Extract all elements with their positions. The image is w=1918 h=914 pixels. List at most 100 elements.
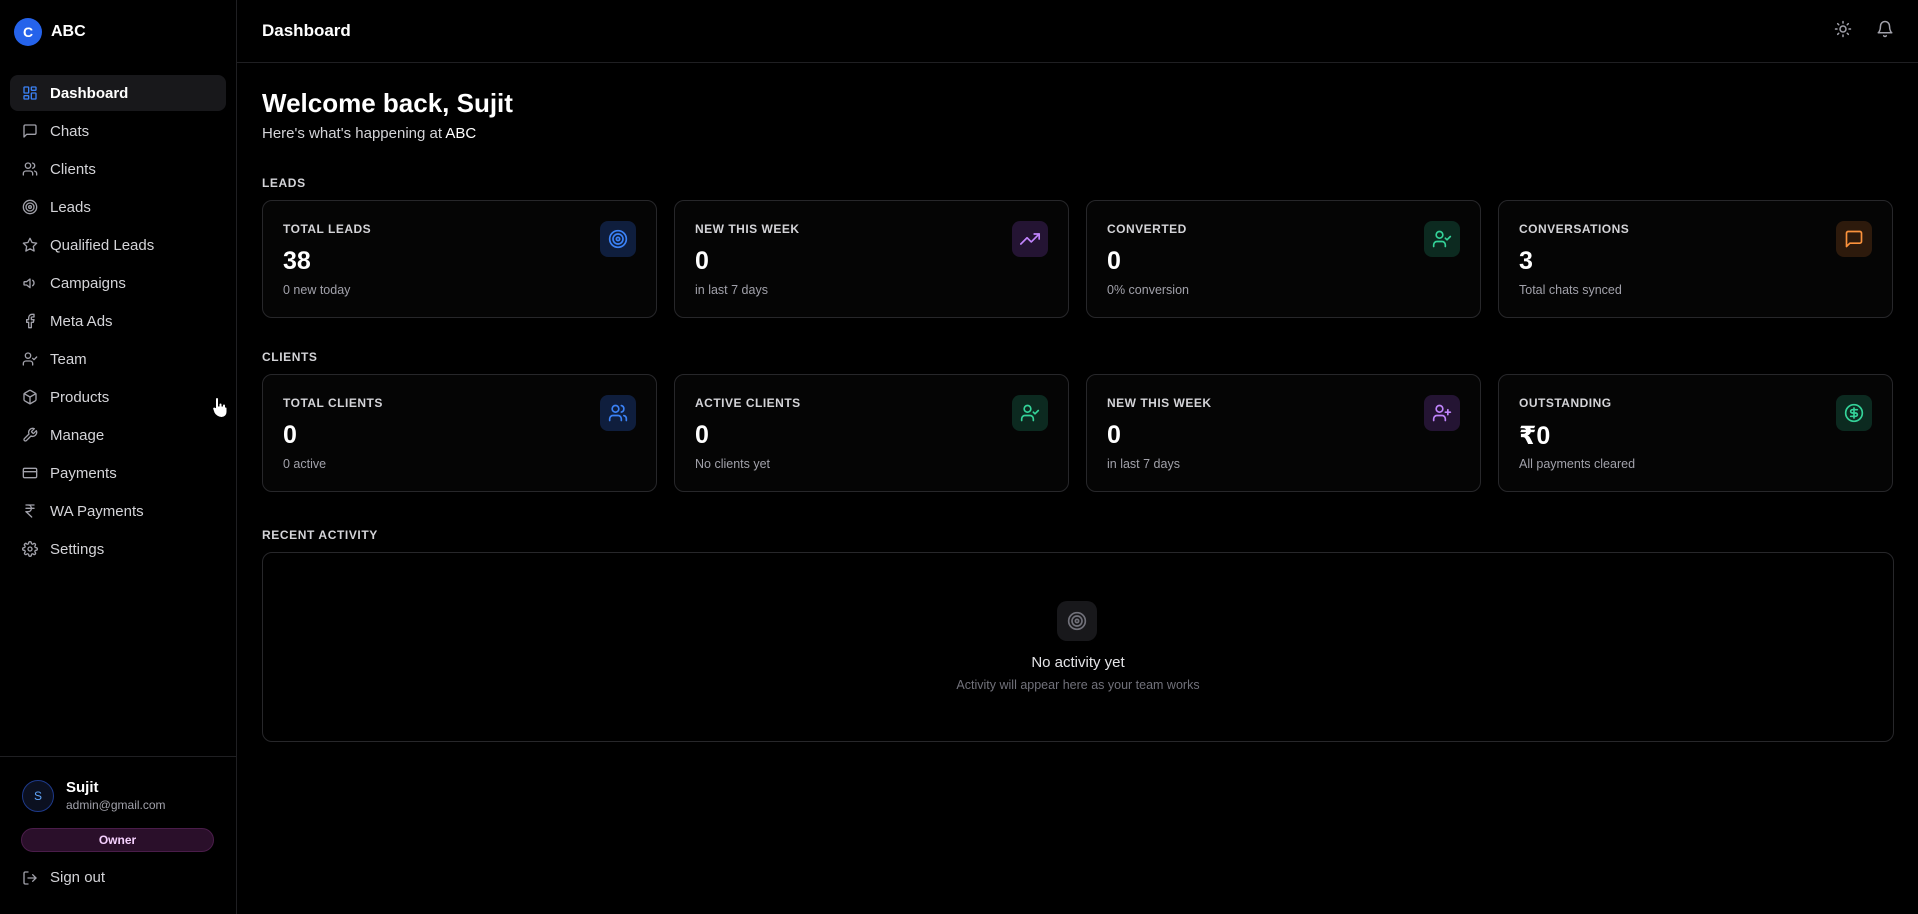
sidebar-item-label: Dashboard — [50, 84, 129, 102]
stat-icon-box — [1424, 395, 1460, 431]
bell-icon[interactable] — [1876, 20, 1894, 38]
sidebar-item-clients[interactable]: Clients — [10, 151, 226, 187]
stat-icon-box — [600, 221, 636, 257]
stat-value: 0 — [283, 421, 297, 449]
stat-value: 0 — [1107, 421, 1121, 449]
sidebar-item-payments[interactable]: Payments — [10, 455, 226, 491]
users-icon — [608, 404, 628, 422]
stat-label: CONVERSATIONS — [1519, 222, 1630, 236]
stat-value: 0 — [695, 421, 709, 449]
sidebar-item-team[interactable]: Team — [10, 341, 226, 377]
stat-value: 0 — [695, 247, 709, 275]
sidebar-item-campaigns[interactable]: Campaigns — [10, 265, 226, 301]
stat-value: 0 — [1107, 247, 1121, 275]
leads-section-label: LEADS — [262, 176, 306, 190]
stat-value: ₹0 — [1519, 422, 1551, 450]
stat-card-total-leads[interactable]: TOTAL LEADS 38 0 new today — [262, 200, 657, 318]
stat-icon-box — [1012, 221, 1048, 257]
stat-sub: in last 7 days — [1107, 457, 1180, 471]
sidebar-item-products[interactable]: Products — [10, 379, 226, 415]
target-icon — [22, 199, 38, 215]
user-name: Sujit — [66, 779, 99, 796]
activity-section-label: RECENT ACTIVITY — [262, 528, 378, 542]
stat-icon-box — [600, 395, 636, 431]
brand[interactable]: C ABC — [0, 0, 236, 63]
trending-up-icon — [1020, 233, 1040, 245]
leads-stats-grid: TOTAL LEADS 38 0 new today NEW THIS WEEK… — [262, 200, 1894, 318]
sidebar-item-label: Products — [50, 388, 110, 406]
sidebar-item-chats[interactable]: Chats — [10, 113, 226, 149]
sidebar-item-label: Manage — [50, 426, 105, 444]
activity-empty-icon-box — [1057, 601, 1097, 641]
user-check-icon — [1432, 230, 1452, 248]
sidebar-item-qualified-leads[interactable]: Qualified Leads — [10, 227, 226, 263]
stat-sub: 0 active — [283, 457, 327, 471]
stat-sub: All payments cleared — [1519, 457, 1636, 471]
stat-card-conversations[interactable]: CONVERSATIONS 3 Total chats synced — [1498, 200, 1893, 318]
user-check-icon — [22, 352, 38, 366]
sidebar-item-wa-payments[interactable]: WA Payments — [10, 493, 226, 529]
user-profile[interactable]: S Sujit admin@gmail.com — [22, 779, 166, 812]
gear-icon — [22, 541, 38, 557]
sidebar-item-dashboard[interactable]: Dashboard — [10, 75, 226, 111]
stat-card-total-clients[interactable]: TOTAL CLIENTS 0 0 active — [262, 374, 657, 492]
clients-stats-grid: TOTAL CLIENTS 0 0 active ACTIVE CLIENTS … — [262, 374, 1894, 492]
sidebar-item-label: Clients — [50, 160, 96, 178]
stat-label: TOTAL LEADS — [283, 222, 372, 236]
sidebar-footer: S Sujit admin@gmail.com Owner Sign out — [0, 756, 236, 914]
clients-section-label: CLIENTS — [262, 350, 318, 364]
stat-icon-box — [1424, 221, 1460, 257]
sidebar-item-label: Settings — [50, 540, 105, 558]
stat-card-new-clients-this-week[interactable]: NEW THIS WEEK 0 in last 7 days — [1086, 374, 1481, 492]
avatar: S — [22, 779, 54, 812]
sidebar-item-meta-ads[interactable]: Meta Ads — [10, 303, 226, 339]
sidebar-item-label: Team — [50, 350, 87, 368]
user-email: admin@gmail.com — [66, 798, 166, 812]
stat-card-converted[interactable]: CONVERTED 0 0% conversion — [1086, 200, 1481, 318]
role-badge: Owner — [21, 828, 214, 852]
sidebar: C ABC Dashboard Chats Clients Leads Qual… — [0, 0, 237, 914]
message-square-icon — [23, 124, 37, 138]
sidebar-item-label: WA Payments — [50, 502, 144, 520]
stat-label: CONVERTED — [1107, 222, 1187, 236]
welcome-subtitle: Here's what's happening at ABC — [262, 125, 476, 142]
sidebar-item-label: Campaigns — [50, 274, 126, 292]
sign-out-button[interactable]: Sign out — [22, 869, 105, 886]
brand-name: ABC — [51, 22, 86, 40]
sidebar-item-label: Leads — [50, 198, 91, 216]
facebook-icon — [25, 313, 35, 329]
star-icon — [22, 237, 38, 252]
brand-logo: C — [14, 17, 42, 46]
welcome-org: ABC — [445, 125, 477, 142]
stat-card-new-this-week[interactable]: NEW THIS WEEK 0 in last 7 days — [674, 200, 1069, 318]
stat-card-active-clients[interactable]: ACTIVE CLIENTS 0 No clients yet — [674, 374, 1069, 492]
sidebar-item-leads[interactable]: Leads — [10, 189, 226, 225]
stat-value: 3 — [1519, 247, 1533, 275]
target-icon — [1067, 611, 1087, 631]
megaphone-icon — [23, 278, 35, 289]
wrench-icon — [23, 427, 38, 442]
stat-label: ACTIVE CLIENTS — [695, 396, 801, 410]
sidebar-item-settings[interactable]: Settings — [10, 531, 226, 567]
sidebar-item-label: Qualified Leads — [50, 236, 155, 254]
sidebar-item-manage[interactable]: Manage — [10, 417, 226, 453]
stat-sub: 0 new today — [283, 283, 351, 297]
sign-out-label: Sign out — [50, 869, 106, 886]
message-square-icon — [1845, 230, 1863, 248]
stat-icon-box — [1836, 221, 1872, 257]
stat-card-outstanding[interactable]: OUTSTANDING ₹0 All payments cleared — [1498, 374, 1893, 492]
package-icon — [23, 389, 37, 405]
activity-empty-subtitle: Activity will appear here as your team w… — [956, 678, 1200, 692]
sun-icon[interactable] — [1834, 20, 1852, 38]
recent-activity-panel: No activity yet Activity will appear her… — [262, 552, 1894, 742]
rupee-icon — [25, 504, 35, 518]
stat-label: TOTAL CLIENTS — [283, 396, 383, 410]
sidebar-item-label: Meta Ads — [50, 312, 113, 330]
top-header: Dashboard — [237, 0, 1918, 63]
page-title: Dashboard — [262, 21, 351, 40]
sidebar-item-label: Chats — [50, 122, 90, 140]
stat-value: 38 — [283, 247, 311, 275]
stat-icon-box — [1012, 395, 1048, 431]
welcome-title: Welcome back, Sujit — [262, 88, 513, 118]
sidebar-nav: Dashboard Chats Clients Leads Qualified … — [0, 63, 236, 567]
